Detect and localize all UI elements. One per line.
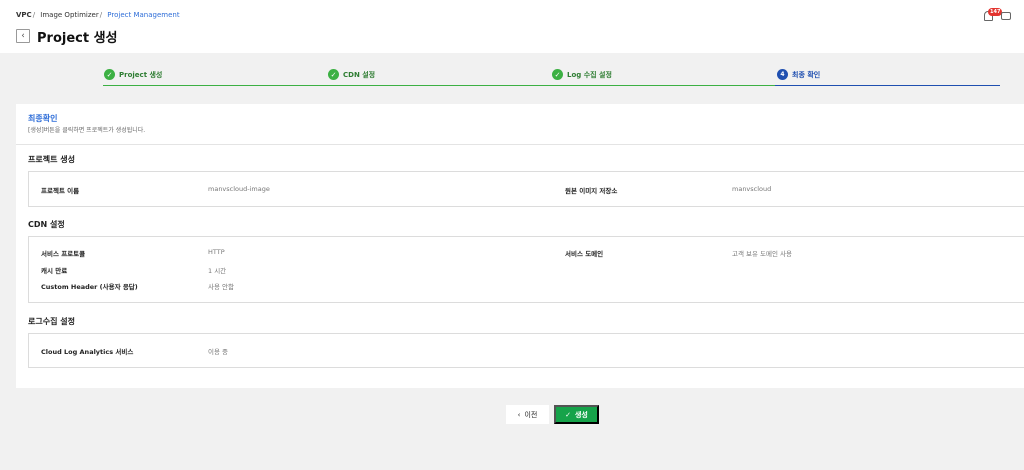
check-icon: ✓ — [104, 69, 115, 80]
project-info-box: 프로젝트 이름 manvscloud-image 원본 이미지 저장소 manv… — [28, 171, 1024, 207]
step-number: 4 — [777, 69, 788, 80]
breadcrumb-separator: / — [99, 11, 103, 19]
back-button[interactable]: ‹ — [16, 29, 30, 43]
page-header: VPC/ Image Optimizer/ Project Management… — [0, 0, 1024, 53]
project-name-value: manvscloud-image — [208, 185, 270, 193]
step-current-line — [775, 85, 1000, 86]
service-domain-label: 서비스 도메인 — [565, 250, 604, 258]
breadcrumb-item-vpc[interactable]: VPC — [16, 11, 32, 19]
summary-panel: 최종확인 [생성]버튼을 클릭하면 프로젝트가 생성됩니다. 프로젝트 생성 프… — [16, 104, 1024, 388]
section-title-cdn: CDN 설정 — [28, 220, 65, 229]
storage-label: 원본 이미지 저장소 — [565, 187, 618, 195]
cdn-info-box: 서비스 프로토콜 HTTP 캐시 만료 1 시간 Custom Header (… — [28, 236, 1024, 303]
protocol-label: 서비스 프로토콜 — [41, 250, 86, 258]
step-cdn: ✓ CDN 설정 — [328, 69, 375, 80]
custom-header-value: 사용 안함 — [208, 283, 234, 291]
log-info-box: Cloud Log Analytics 서비스 이용 중 — [28, 333, 1024, 368]
final-check-title: 최종확인 — [28, 114, 58, 123]
page-title: Project 생성 — [37, 31, 118, 46]
check-icon: ✓ — [328, 69, 339, 80]
check-icon: ✓ — [565, 410, 571, 419]
step-indicator: ✓ Project 생성 ✓ CDN 설정 ✓ Log 수집 설정 4 최종 확… — [0, 53, 1024, 103]
service-domain-value: 고객 보유 도메인 사용 — [732, 250, 793, 258]
step-label: 최종 확인 — [792, 70, 821, 79]
custom-header-label: Custom Header (사용자 응답) — [41, 283, 138, 291]
step-log: ✓ Log 수집 설정 — [552, 69, 612, 80]
step-final: 4 최종 확인 — [777, 69, 820, 80]
prev-button-label: 이전 — [524, 410, 538, 419]
step-project: ✓ Project 생성 — [104, 69, 162, 80]
protocol-value: HTTP — [208, 248, 225, 256]
divider — [16, 144, 1024, 145]
section-title-log: 로그수집 설정 — [28, 317, 75, 326]
notification-area[interactable]: 147 — [984, 8, 1014, 22]
create-button[interactable]: ✓ 생성 — [554, 405, 599, 424]
cla-value: 이용 중 — [208, 348, 229, 356]
section-title-project: 프로젝트 생성 — [28, 155, 75, 164]
chevron-left-icon: ‹ — [517, 410, 521, 419]
breadcrumb-item-project-management[interactable]: Project Management — [107, 11, 179, 19]
chat-icon[interactable] — [1001, 12, 1011, 20]
step-label: Log 수집 설정 — [567, 70, 612, 79]
project-name-label: 프로젝트 이름 — [41, 187, 80, 195]
breadcrumb-separator: / — [32, 11, 36, 19]
final-check-description: [생성]버튼을 클릭하면 프로젝트가 생성됩니다. — [28, 127, 146, 134]
check-icon: ✓ — [552, 69, 563, 80]
breadcrumb: VPC/ Image Optimizer/ Project Management — [16, 11, 180, 19]
cache-label: 캐시 만료 — [41, 267, 68, 275]
storage-value: manvscloud — [732, 185, 772, 193]
cla-label: Cloud Log Analytics 서비스 — [41, 348, 134, 356]
step-label: CDN 설정 — [343, 70, 376, 79]
breadcrumb-item-image-optimizer[interactable]: Image Optimizer — [40, 11, 98, 19]
cache-value: 1 시간 — [208, 267, 227, 275]
create-button-label: 생성 — [574, 410, 588, 419]
prev-button[interactable]: ‹ 이전 — [506, 405, 549, 424]
chevron-left-icon: ‹ — [21, 31, 25, 41]
step-label: Project 생성 — [119, 70, 163, 79]
